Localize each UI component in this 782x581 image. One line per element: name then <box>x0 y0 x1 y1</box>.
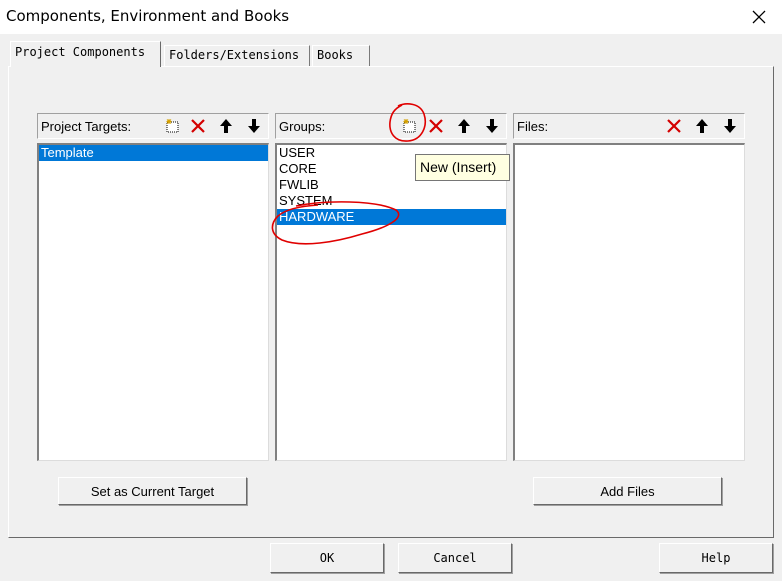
delete-target-button[interactable] <box>186 115 209 137</box>
move-down-icon <box>485 119 498 133</box>
new-insert-tooltip: New (Insert) <box>415 154 510 181</box>
set-current-target-button[interactable]: Set as Current Target <box>58 477 247 505</box>
groups-header: Groups: <box>275 113 507 139</box>
move-up-icon <box>219 119 232 133</box>
tab-books[interactable]: Books <box>312 45 370 66</box>
move-down-icon <box>723 119 736 133</box>
list-item-template[interactable]: Template <box>39 145 268 161</box>
move-target-down-button[interactable] <box>242 115 265 137</box>
delete-icon <box>190 119 205 133</box>
new-icon <box>403 119 415 133</box>
groups-label: Groups: <box>279 119 326 134</box>
move-up-icon <box>695 119 708 133</box>
delete-icon <box>428 119 443 133</box>
new-target-button[interactable] <box>160 115 183 137</box>
add-files-button[interactable]: Add Files <box>533 477 722 505</box>
project-targets-pane: Project Targets: Template <box>37 113 269 463</box>
move-file-down-button[interactable] <box>718 115 741 137</box>
window-title: Components, Environment and Books <box>6 7 290 25</box>
list-item-system[interactable]: SYSTEM <box>277 193 506 209</box>
files-pane: Files: <box>513 113 745 463</box>
project-targets-label: Project Targets: <box>41 119 132 134</box>
tab-project-components[interactable]: Project Components <box>10 41 161 67</box>
delete-group-button[interactable] <box>424 115 447 137</box>
close-icon <box>752 10 766 24</box>
move-down-icon <box>247 119 260 133</box>
ok-button[interactable]: OK <box>270 543 384 573</box>
close-button[interactable] <box>736 0 782 34</box>
files-label: Files: <box>517 119 549 134</box>
move-up-icon <box>457 119 470 133</box>
move-file-up-button[interactable] <box>690 115 713 137</box>
tab-folders-extensions[interactable]: Folders/Extensions <box>164 45 310 66</box>
move-group-down-button[interactable] <box>480 115 503 137</box>
delete-icon <box>666 119 681 133</box>
move-target-up-button[interactable] <box>214 115 237 137</box>
move-group-up-button[interactable] <box>452 115 475 137</box>
delete-file-button[interactable] <box>662 115 685 137</box>
files-header: Files: <box>513 113 745 139</box>
new-group-button[interactable] <box>397 115 420 137</box>
targets-list[interactable]: Template <box>37 143 269 461</box>
new-icon <box>166 119 178 133</box>
project-targets-header: Project Targets: <box>37 113 269 139</box>
groups-list[interactable]: USER CORE FWLIB SYSTEM HARDWARE <box>275 143 507 461</box>
files-list[interactable] <box>513 143 745 461</box>
list-item-hardware[interactable]: HARDWARE <box>277 209 506 225</box>
cancel-button[interactable]: Cancel <box>398 543 512 573</box>
help-button[interactable]: Help <box>659 543 773 573</box>
title-bar: Components, Environment and Books <box>0 0 782 34</box>
